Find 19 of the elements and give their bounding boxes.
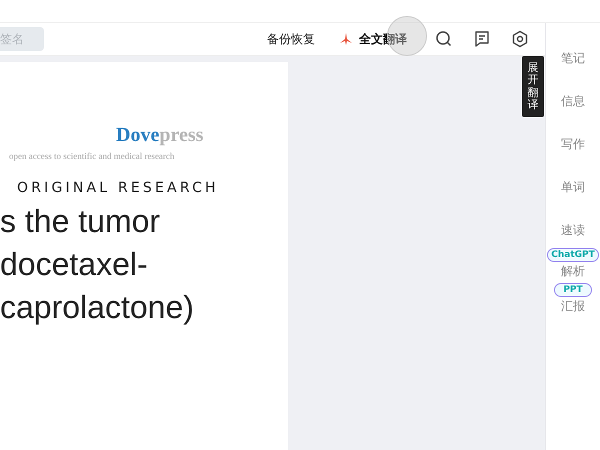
settings-icon[interactable] (511, 30, 529, 48)
sidebar-item[interactable]: 笔记 (561, 49, 585, 67)
article-title-line: s the tumor (0, 202, 160, 241)
sidebar-item[interactable]: 信息 (561, 92, 585, 110)
section-label: ORIGINAL RESEARCH (17, 180, 219, 196)
sidebar-item[interactable]: ChatGPT 解析 (547, 248, 599, 280)
comment-icon[interactable] (473, 30, 491, 48)
search-icon[interactable] (435, 30, 453, 48)
tooltip: 展开翻译 (522, 56, 544, 117)
sidebar-item[interactable]: 写作 (561, 135, 585, 153)
publisher-logo: Dovepress (116, 124, 204, 147)
pdf-icon (339, 32, 353, 46)
article-title-line: docetaxel- (0, 245, 148, 284)
sidebar-item[interactable]: 单词 (561, 178, 585, 196)
article-title-line: caprolactone) (0, 288, 194, 327)
sidebar-item[interactable]: PPT 汇报 (554, 283, 592, 315)
publisher-tagline: open access to scientific and medical research (9, 151, 174, 161)
sidebar-item[interactable]: 速读 (561, 221, 585, 239)
backup-restore-link[interactable]: 备份恢复 (267, 30, 315, 48)
